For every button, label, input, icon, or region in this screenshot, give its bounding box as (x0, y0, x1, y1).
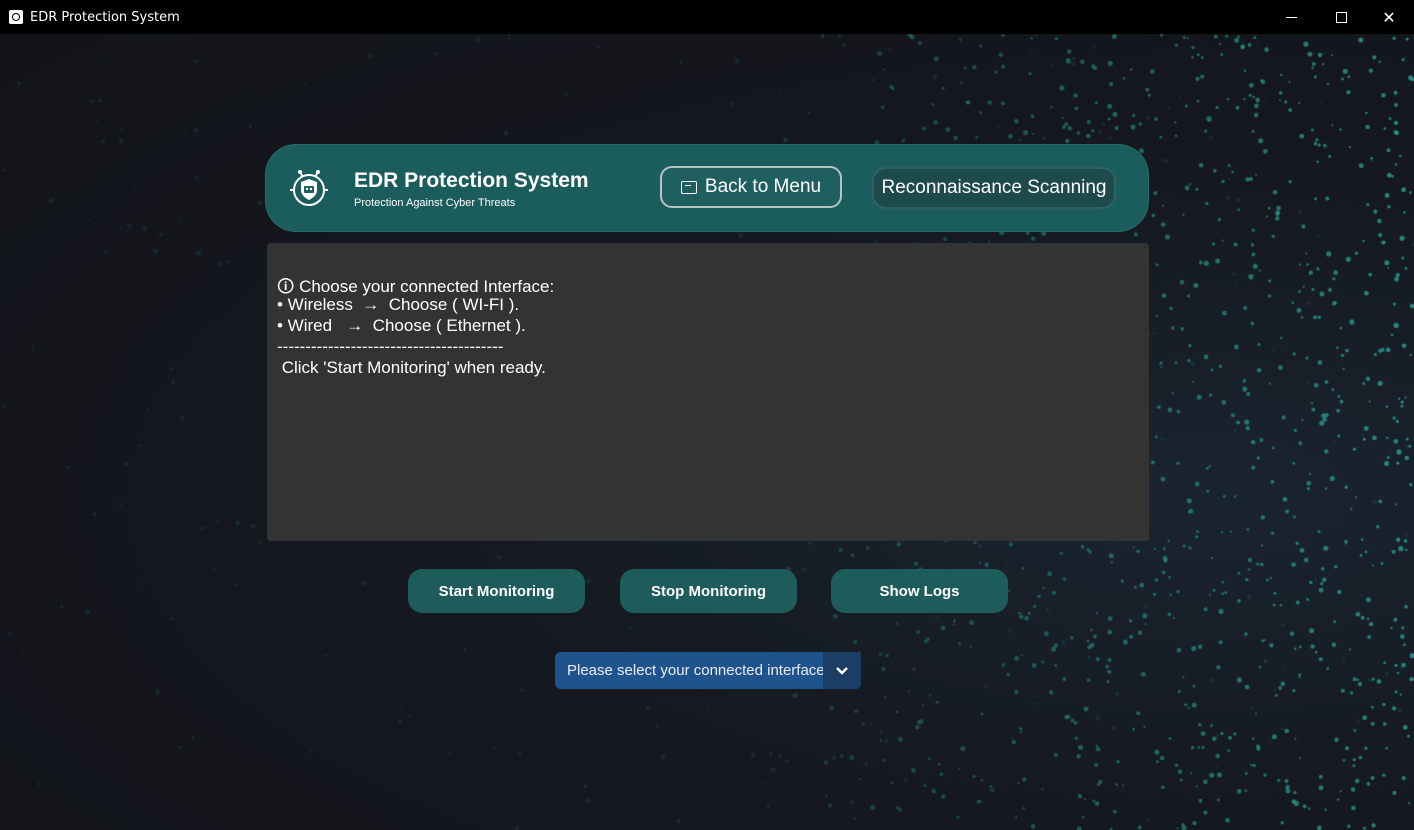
info-line: • Wired → Choose ( Ethernet ). (277, 316, 526, 335)
back-icon (680, 180, 697, 194)
window-title: EDR Protection System (30, 10, 180, 25)
info-divider: ---------------------------------------- (277, 337, 504, 356)
show-logs-label: Show Logs (879, 582, 960, 600)
header-card: EDR Protection System Protection Against… (266, 145, 1148, 231)
stop-monitoring-button[interactable]: Stop Monitoring (620, 569, 797, 613)
robot-shield-icon (290, 170, 328, 206)
back-to-menu-label: Back to Menu (704, 176, 822, 197)
app-window: EDR Protection System ✕ EDR Protection S… (0, 0, 1414, 830)
header-subtitle: Protection Against Cyber Threats (354, 197, 516, 209)
minimize-button[interactable] (1266, 0, 1316, 34)
stop-monitoring-label: Stop Monitoring (651, 582, 766, 600)
reconnaissance-scanning-button[interactable]: Reconnaissance Scanning (872, 167, 1116, 209)
close-icon: ✕ (1382, 7, 1396, 27)
interface-select-value: Please select your connected interface (567, 662, 825, 679)
interface-select-toggle[interactable] (823, 652, 861, 689)
reconnaissance-scanning-label: Reconnaissance Scanning (881, 177, 1107, 198)
info-textbox[interactable]: 🛈 Choose your connected Interface: • Wir… (267, 243, 1149, 541)
chevron-down-icon (836, 666, 848, 675)
info-line: • Wireless → Choose ( WI-FI ). (277, 295, 520, 314)
info-line: Click 'Start Monitoring' when ready. (277, 358, 546, 377)
maximize-button[interactable] (1316, 0, 1366, 34)
start-monitoring-label: Start Monitoring (438, 582, 555, 600)
show-logs-button[interactable]: Show Logs (831, 569, 1008, 613)
maximize-icon (1335, 11, 1347, 23)
minimize-icon (1285, 16, 1297, 18)
title-bar: EDR Protection System ✕ (0, 0, 1414, 34)
back-to-menu-button[interactable]: Back to Menu (660, 166, 842, 208)
close-button[interactable]: ✕ (1364, 0, 1414, 34)
start-monitoring-button[interactable]: Start Monitoring (408, 569, 585, 613)
interface-select[interactable]: Please select your connected interface (555, 652, 861, 689)
app-icon (9, 10, 23, 24)
header-title: EDR Protection System (354, 169, 589, 192)
